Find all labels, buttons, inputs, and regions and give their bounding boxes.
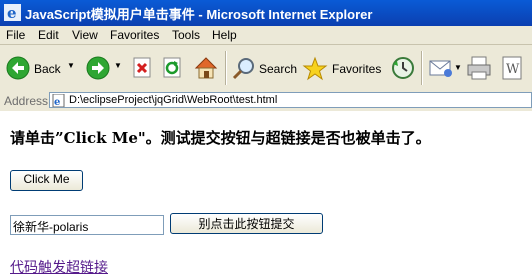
search-icon (232, 58, 254, 80)
toolbar-separator (421, 51, 423, 85)
favorites-label: Favorites (332, 62, 382, 76)
menu-bar: File Edit View Favorites Tools Help (0, 26, 532, 45)
stop-icon[interactable] (133, 57, 153, 79)
menu-tools[interactable]: Tools (172, 28, 200, 42)
svg-text:e: e (54, 97, 60, 107)
ie-icon: e (4, 4, 21, 21)
code-trigger-link[interactable]: 代码触发超链接 (10, 257, 108, 277)
forward-dropdown-icon[interactable]: ▼ (114, 61, 122, 70)
address-input[interactable]: e D:\eclipseProject\jqGrid\WebRoot\test.… (49, 92, 532, 108)
history-icon[interactable] (390, 55, 416, 81)
title-bar: e JavaScript模拟用户单击事件 - Microsoft Interne… (0, 0, 532, 26)
back-label: Back (34, 62, 61, 76)
home-icon[interactable] (193, 55, 219, 81)
menu-help[interactable]: Help (212, 28, 237, 42)
back-arrow-icon (6, 56, 30, 80)
page-content: 请单击”Click Me"。测试提交按钮与超链接是否也被单击了。 Click M… (0, 111, 532, 276)
edit-word-icon[interactable]: W (500, 55, 526, 81)
menu-file[interactable]: File (6, 28, 25, 42)
forward-button[interactable]: ▼ (84, 54, 126, 82)
address-url: D:\eclipseProject\jqGrid\WebRoot\test.ht… (69, 94, 278, 106)
forward-arrow-icon (86, 56, 110, 80)
menu-edit[interactable]: Edit (38, 28, 59, 42)
page-icon: e (52, 94, 65, 107)
mail-dropdown-icon[interactable]: ▼ (454, 63, 462, 72)
name-input[interactable]: 徐新华-polaris (10, 215, 164, 235)
svg-text:W: W (506, 62, 520, 77)
svg-text:e: e (7, 4, 17, 21)
back-dropdown-icon[interactable]: ▼ (67, 61, 75, 70)
back-button[interactable]: Back ▼ (4, 54, 80, 82)
window-title: JavaScript模拟用户单击事件 - Microsoft Internet … (25, 7, 373, 22)
toolbar-separator (225, 51, 227, 85)
address-label: Address (4, 94, 49, 108)
menu-view[interactable]: View (72, 28, 98, 42)
search-label: Search (259, 62, 298, 76)
refresh-icon[interactable] (163, 57, 183, 79)
toolbar: Back ▼ ▼ Search Favorites ▼ W (0, 45, 532, 92)
favorites-star-icon (302, 56, 328, 81)
mail-icon[interactable] (428, 55, 454, 81)
menu-favorites[interactable]: Favorites (110, 28, 159, 42)
click-me-button[interactable]: Click Me (10, 170, 83, 191)
search-button[interactable]: Search (231, 54, 297, 82)
print-icon[interactable] (466, 55, 492, 81)
address-bar: Address e D:\eclipseProject\jqGrid\WebRo… (0, 91, 532, 112)
page-heading: 请单击”Click Me"。测试提交按钮与超链接是否也被单击了。 (10, 129, 431, 147)
favorites-button[interactable]: Favorites (302, 54, 382, 82)
submit-button[interactable]: 别点击此按钮提交 (170, 213, 323, 234)
